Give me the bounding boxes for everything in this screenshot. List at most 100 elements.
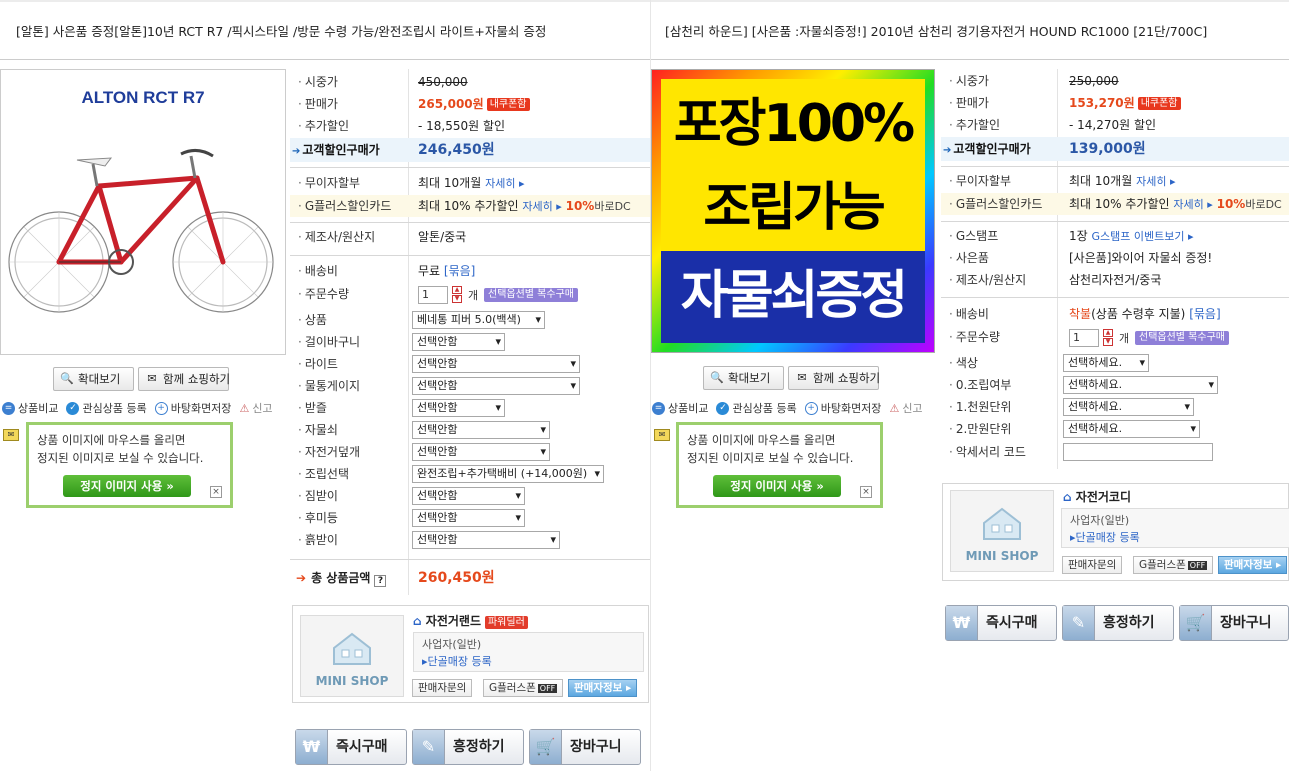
option-select[interactable]: 선택하세요. <box>1063 376 1218 394</box>
static-image-button[interactable]: 정지 이미지 사용 » <box>63 475 191 497</box>
seller-inquiry-button[interactable]: 판매자문의 <box>1062 556 1123 574</box>
shipping-value: 착불 <box>1069 307 1092 321</box>
tip-note-icon: ✉ <box>654 429 670 441</box>
card-discount-label: G플러스할인카드 <box>949 193 1043 215</box>
image-caption: ALTON RCT R7 <box>81 88 205 107</box>
zoom-label: 확대보기 <box>78 372 121 386</box>
bundle-link[interactable]: [묶음] <box>444 264 475 278</box>
multi-purchase-badge[interactable]: 선택옵션별 복수구매 <box>484 288 578 302</box>
zoom-button[interactable]: 🔍 확대보기 <box>53 367 134 391</box>
list-price-label: 시중가 <box>949 70 989 92</box>
coupon-badge[interactable]: 내쿠폰함 <box>486 98 530 111</box>
wish-link[interactable]: ✓ 관심상품 등록 <box>66 400 147 416</box>
static-image-button[interactable]: 정지 이미지 사용 » <box>713 475 841 497</box>
mini-shop-logo[interactable]: MINI SHOP <box>950 490 1054 572</box>
extra-discount-row: 추가할인 - 18,550원 할인 <box>290 115 650 137</box>
arrow-down-icon[interactable]: ▼ <box>1103 338 1113 346</box>
card-detail-link[interactable]: 자세히 ▸ <box>522 200 561 213</box>
list-price-row: 시중가 450,000 <box>290 71 650 93</box>
product-image[interactable]: 포장100% 조립가능 자물쇠증정 <box>651 69 935 353</box>
warning-icon: ⚠ <box>239 401 250 415</box>
shipping-label: 배송비 <box>949 303 989 325</box>
gplus-coupon-button[interactable]: G플러스폰 OFF <box>483 679 564 697</box>
option-select[interactable]: 선택안함 <box>412 377 580 395</box>
desktop-link[interactable]: + 바탕화면저장 <box>154 400 231 416</box>
register-favorite-link[interactable]: ▸단골매장 등록 <box>422 653 635 670</box>
list-price-row: 시중가 250,000 <box>941 70 1289 92</box>
option-select[interactable]: 선택안함 <box>412 531 560 549</box>
interest-detail-link[interactable]: 자세히 ▸ <box>1136 175 1175 188</box>
buy-now-button[interactable]: ₩ 즉시구매 <box>945 605 1057 641</box>
home-icon: ⌂ <box>1063 490 1072 504</box>
option-label: 조립선택 <box>298 463 349 485</box>
maker-value: 삼천리자전거/중국 <box>1069 273 1162 287</box>
coupon-badge[interactable]: 내쿠폰함 <box>1137 97 1181 110</box>
share-label: 함께 쇼핑하기 <box>813 371 881 385</box>
shipping-row: 배송비 착불(상품 수령후 지불) [묶음] <box>941 303 1289 325</box>
zoom-button[interactable]: 🔍 확대보기 <box>703 366 784 390</box>
quantity-stepper[interactable]: ▲ ▼ <box>452 286 462 304</box>
wish-link[interactable]: ✓ 관심상품 등록 <box>716 400 797 416</box>
compare-icon: = <box>2 401 15 415</box>
plus-icon: + <box>804 401 818 415</box>
wish-label: 관심상품 등록 <box>82 402 147 415</box>
option-select[interactable]: 선택안함 <box>412 421 550 439</box>
cart-button[interactable]: 🛒 장바구니 <box>529 729 641 765</box>
option-select[interactable]: 베네통 피버 5.0(백색) <box>412 311 545 329</box>
quantity-label: 주문수량 <box>949 326 1000 348</box>
arrow-up-icon[interactable]: ▲ <box>1103 329 1113 337</box>
help-icon[interactable]: ? <box>374 575 387 587</box>
interest-free-row: 무이자할부 최대 10개월 자세히 ▸ <box>941 170 1289 192</box>
quantity-unit: 개 <box>1119 332 1130 345</box>
option-label: 0.조립여부 <box>949 374 1012 396</box>
buy-now-button[interactable]: ₩ 즉시구매 <box>295 729 407 765</box>
option-select[interactable]: 선택하세요. <box>1063 398 1194 416</box>
option-select[interactable]: 선택안함 <box>412 509 525 527</box>
stamp-event-link[interactable]: G스탬프 이벤트보기 ▸ <box>1092 230 1194 243</box>
mini-shop-logo[interactable]: MINI SHOP <box>300 615 404 697</box>
compare-link[interactable]: = 상품비교 <box>652 400 708 416</box>
option-label: 자전거덮개 <box>298 441 360 463</box>
desktop-link[interactable]: + 바탕화면저장 <box>804 400 881 416</box>
option-select[interactable]: 선택안함 <box>412 399 505 417</box>
option-select[interactable]: 선택하세요. <box>1063 354 1149 372</box>
report-link[interactable]: ⚠ 신고 <box>239 400 272 416</box>
seller-inquiry-button[interactable]: 판매자문의 <box>412 679 473 697</box>
negotiate-button[interactable]: ✎ 흥정하기 <box>1062 605 1174 641</box>
accessory-code-input[interactable] <box>1063 443 1213 461</box>
option-select[interactable]: 완전조립+추가택배비 (+14,000원) <box>412 465 604 483</box>
multi-purchase-badge[interactable]: 선택옵션별 복수구매 <box>1135 331 1229 345</box>
option-select[interactable]: 선택안함 <box>412 333 505 351</box>
quantity-input[interactable]: 1 <box>418 286 448 304</box>
compare-link[interactable]: = 상품비교 <box>2 400 58 416</box>
option-select[interactable]: 선택안함 <box>412 355 580 373</box>
share-shopping-button[interactable]: ✉ 함께 쇼핑하기 <box>138 367 230 391</box>
quantity-input[interactable]: 1 <box>1069 329 1099 347</box>
option-select[interactable]: 선택안함 <box>412 487 525 505</box>
product-image[interactable]: ALTON RCT R7 <box>0 69 286 355</box>
seller-name[interactable]: 자전거코디 <box>1076 490 1131 504</box>
card-detail-link[interactable]: 자세히 ▸ <box>1173 198 1212 211</box>
option-select[interactable]: 선택하세요. <box>1063 420 1200 438</box>
gplus-coupon-button[interactable]: G플러스폰 OFF <box>1133 556 1214 574</box>
register-favorite-link[interactable]: ▸단골매장 등록 <box>1070 529 1282 546</box>
quantity-stepper[interactable]: ▲ ▼ <box>1103 329 1113 347</box>
seller-info-button[interactable]: 판매자정보 ▸ <box>1218 556 1288 574</box>
close-icon[interactable]: × <box>860 486 872 498</box>
seller-info-button[interactable]: 판매자정보 ▸ <box>568 679 638 697</box>
cart-button[interactable]: 🛒 장바구니 <box>1179 605 1289 641</box>
arrow-up-icon[interactable]: ▲ <box>452 286 462 294</box>
negotiate-button[interactable]: ✎ 흥정하기 <box>412 729 524 765</box>
promo-line-1: 포장100% <box>673 94 915 154</box>
option-select[interactable]: 선택안함 <box>412 443 550 461</box>
seller-name[interactable]: 자전거랜드 <box>426 614 481 628</box>
close-icon[interactable]: × <box>210 486 222 498</box>
image-tip-box: 상품 이미지에 마우스를 올리면 정지된 이미지로 보실 수 있습니다. 정지 … <box>676 422 883 508</box>
product-title: [삼천리 하운드] [사은품 :자물쇠증정!] 2010년 삼천리 경기용자전거… <box>651 8 1289 60</box>
plus-icon: + <box>154 401 168 415</box>
report-link[interactable]: ⚠ 신고 <box>889 400 922 416</box>
interest-detail-link[interactable]: 자세히 ▸ <box>485 177 524 190</box>
share-shopping-button[interactable]: ✉ 함께 쇼핑하기 <box>788 366 881 390</box>
bundle-link[interactable]: [묶음] <box>1189 307 1220 321</box>
arrow-down-icon[interactable]: ▼ <box>452 295 462 303</box>
